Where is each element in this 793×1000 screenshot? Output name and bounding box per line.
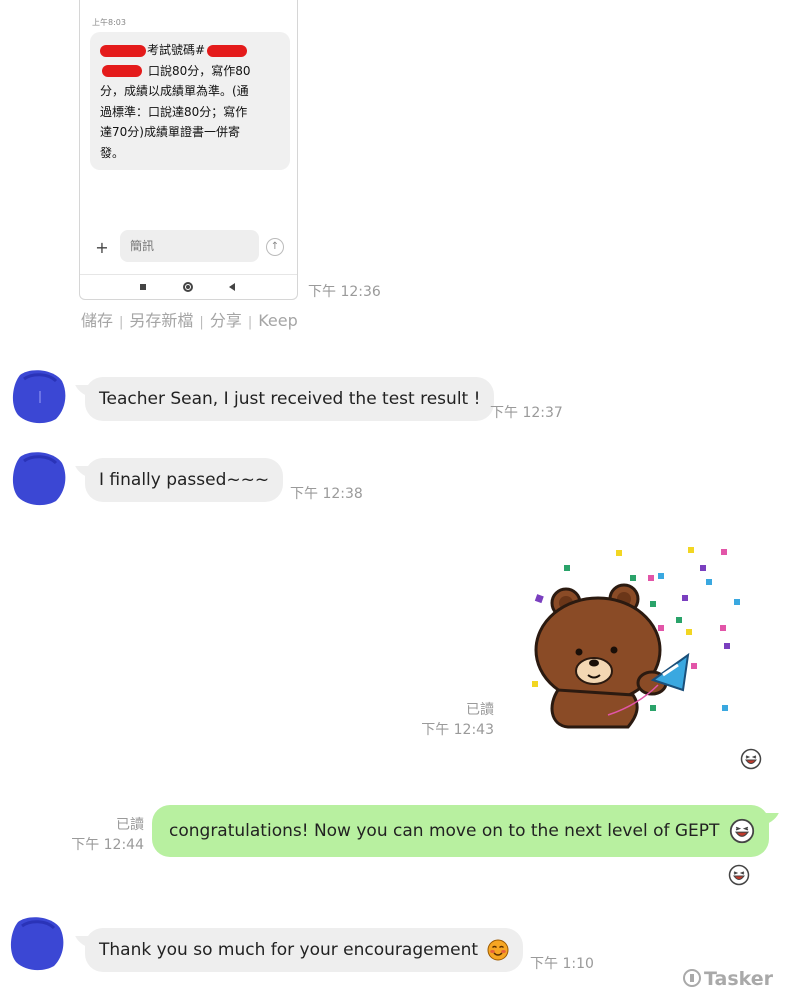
tasker-watermark: Tasker [683, 968, 773, 990]
incoming-message-text: Thank you so much for your encouragement [99, 940, 479, 960]
home-icon[interactable] [183, 282, 193, 292]
incoming-message-bubble[interactable]: I finally passed~~~ [85, 458, 284, 502]
user-avatar[interactable] [10, 449, 68, 507]
laughing-face-reaction-icon[interactable] [728, 864, 750, 886]
save-as-link[interactable]: 另存新檔 [129, 311, 193, 330]
watermark-text: Tasker [704, 968, 774, 990]
sms-compose-row: + ↑ [80, 228, 297, 268]
laughing-face-emoji-icon [729, 818, 754, 844]
redaction-mark [100, 44, 146, 57]
read-receipt: 已讀 [466, 702, 494, 718]
sms-message-input[interactable] [120, 230, 259, 262]
message-time: 下午 12:37 [490, 405, 563, 421]
sms-line-6: 發。 [100, 145, 125, 160]
sticker-read-status: 已讀 下午 12:43 [420, 700, 494, 740]
message-time: 下午 1:10 [530, 956, 594, 972]
sms-line-4: 過標準：口說達80分；寫作 [100, 104, 248, 119]
message-time: 下午 12:44 [71, 837, 144, 853]
outgoing-message-text: congratulations! Now you can move on to … [169, 821, 720, 841]
incoming-message-bubble[interactable]: Teacher Sean, I just received the test r… [85, 377, 495, 421]
incoming-message-bubble[interactable]: Thank you so much for your encouragement [85, 928, 524, 972]
share-link[interactable]: 分享 [210, 311, 242, 330]
image-action-bar: 儲存 | 另存新檔 | 分享 | Keep [81, 307, 298, 331]
smiling-blush-face-emoji-icon [487, 939, 509, 961]
action-separator: | [119, 315, 124, 330]
message-time: 下午 12:38 [290, 486, 363, 502]
outgoing-read-status: 已讀 下午 12:44 [70, 815, 144, 855]
brown-bear-party-popper-sticker[interactable] [528, 545, 743, 730]
message-time: 下午 12:43 [421, 722, 494, 738]
action-separator: | [247, 315, 253, 330]
send-arrow-button[interactable]: ↑ [266, 238, 284, 256]
save-image-link[interactable]: 儲存 [81, 311, 113, 330]
image-message-time: 下午 12:36 [308, 284, 381, 300]
recent-apps-icon[interactable] [140, 284, 146, 290]
back-icon[interactable] [229, 283, 235, 291]
action-separator: | [199, 315, 204, 330]
bear-icon [534, 583, 668, 729]
outgoing-message-bubble[interactable]: congratulations! Now you can move on to … [152, 805, 769, 857]
sms-line-5: 達70分)成績單證書一併寄 [100, 125, 240, 139]
android-nav-bar [80, 274, 297, 299]
user-avatar[interactable] [10, 367, 68, 425]
add-attachment-button[interactable]: + [94, 239, 110, 257]
sms-message-bubble: 考試號碼# 口說80分，寫作80 分，成績以成績單為準。(通 過標準：口說達80… [90, 32, 290, 170]
image-message-phone-screenshot[interactable]: 上午8:03 考試號碼# 口說80分，寫作80 分，成績以成績單為準。(通 過標… [79, 0, 298, 300]
tasker-logo-icon [683, 969, 701, 987]
keep-link[interactable]: Keep [258, 311, 298, 330]
redaction-mark [102, 65, 142, 77]
sms-line-3: 分，成績以成績單為準。(通 [100, 84, 249, 98]
sms-line-2: 口說80分，寫作80 [100, 61, 282, 82]
laughing-face-reaction-icon[interactable] [740, 748, 762, 770]
redaction-mark [207, 44, 248, 57]
sms-line-1: 考試號碼# [100, 40, 282, 61]
read-receipt: 已讀 [116, 817, 144, 833]
user-avatar[interactable] [8, 914, 66, 972]
sms-timestamp: 上午8:03 [92, 18, 126, 27]
